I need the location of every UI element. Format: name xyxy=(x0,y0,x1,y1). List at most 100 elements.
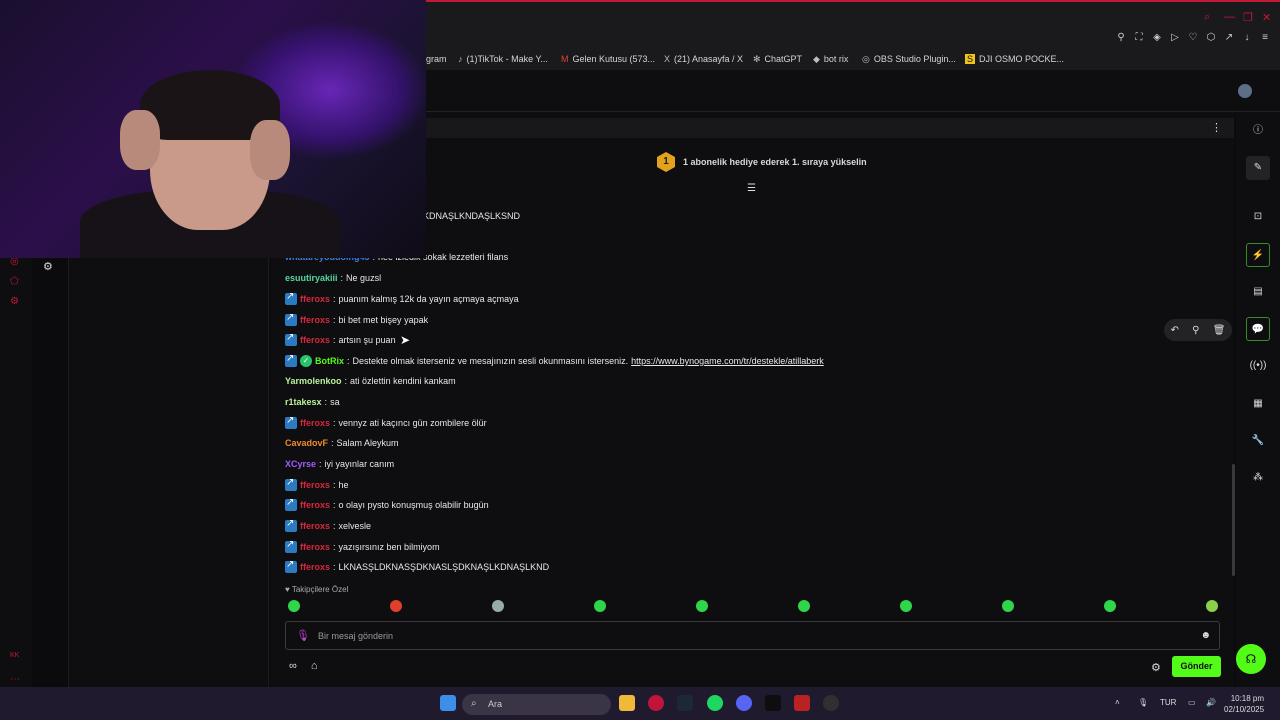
delete-icon[interactable]: 🗑 xyxy=(1213,325,1226,336)
play-icon[interactable]: ▷ xyxy=(1170,33,1180,43)
edit-icon[interactable]: ✎ xyxy=(1246,156,1270,180)
windows-start-icon[interactable] xyxy=(440,695,456,711)
taskbar-clock[interactable]: 10:18 pm 02/10/2025 xyxy=(1224,693,1264,715)
message-text: o olayı pysto konuşmuş olabilir bugün xyxy=(338,500,489,510)
username[interactable]: fferoxs xyxy=(300,542,330,552)
kebab-menu-icon[interactable]: ⋮ xyxy=(1211,121,1222,134)
emote-icon[interactable] xyxy=(798,600,810,612)
obs-taskbar-icon[interactable] xyxy=(823,695,839,711)
chat-input[interactable]: 🎙 Bir mesaj gönderin ☻ xyxy=(285,621,1220,650)
tray-chevron-icon[interactable]: ˄ xyxy=(1115,698,1120,707)
chat-settings-icon[interactable]: ⚙ xyxy=(1151,661,1161,674)
emote-icon[interactable] xyxy=(1206,600,1218,612)
emote-icon[interactable] xyxy=(1104,600,1116,612)
more-icon[interactable]: ⋯ xyxy=(10,674,20,685)
tray-display-icon[interactable]: ▭ xyxy=(1188,698,1196,707)
extension-icon[interactable]: ⬡ xyxy=(1206,33,1216,43)
pin-icon[interactable]: ⚲ xyxy=(1116,33,1126,43)
emote-icon[interactable] xyxy=(900,600,912,612)
discord-icon[interactable] xyxy=(736,695,752,711)
emote-icon[interactable] xyxy=(696,600,708,612)
layout-icon[interactable]: ▦ xyxy=(1246,392,1270,416)
subscriber-badge-icon xyxy=(285,518,297,532)
send-button[interactable]: Gönder xyxy=(1172,656,1221,677)
search-icon[interactable]: ⌕ xyxy=(1204,11,1210,24)
sub-gift-leaderboard[interactable]: 1 1 abonelik hediye ederek 1. sıraya yük… xyxy=(657,152,867,172)
bookmark-label: bot rix xyxy=(823,54,849,64)
username[interactable]: fferoxs xyxy=(300,294,330,304)
username[interactable]: fferoxs xyxy=(300,335,330,345)
tray-volume-icon[interactable]: 🔊 xyxy=(1206,698,1216,707)
username[interactable]: r1takesx xyxy=(285,397,322,407)
bookmark-chatgpt[interactable]: ✻ ChatGPT xyxy=(753,54,802,65)
store-icon[interactable]: ⌂ xyxy=(311,660,318,672)
microphone-icon[interactable]: 🎙 xyxy=(296,629,310,642)
download-icon[interactable]: ↓ xyxy=(1242,33,1252,43)
opera-icon[interactable] xyxy=(648,695,664,711)
close-icon[interactable]: ✕ xyxy=(1262,11,1271,24)
username[interactable]: CavadovF xyxy=(285,438,328,448)
username[interactable]: Yarmolenkoo xyxy=(285,376,342,386)
emoji-icon[interactable]: ☻ xyxy=(1200,630,1211,641)
tiktok-icon: ♪ xyxy=(458,54,463,64)
clipboard-icon[interactable]: ▤ xyxy=(1246,280,1270,304)
emote-bar xyxy=(285,600,1225,614)
bookmark-instagram[interactable]: gram xyxy=(426,54,447,64)
steam-icon[interactable] xyxy=(677,695,693,711)
wrench-icon[interactable]: 🔧 xyxy=(1246,429,1270,453)
bookmark-tiktok[interactable]: ♪ (1)TikTok - Make Y... xyxy=(458,54,548,64)
minimize-icon[interactable]: — xyxy=(1224,11,1235,23)
username[interactable]: fferoxs xyxy=(300,315,330,325)
heart-icon[interactable]: ♡ xyxy=(1188,33,1198,43)
browse-icon[interactable]: ⬠ xyxy=(10,276,19,287)
settings-icon[interactable]: ⚙ xyxy=(10,296,19,307)
bookmark-gmail[interactable]: M Gelen Kutusu (573... xyxy=(561,54,655,64)
app-icon[interactable] xyxy=(794,695,810,711)
share-icon[interactable]: ↗ xyxy=(1224,33,1234,43)
broadcast-icon[interactable]: ((•)) xyxy=(1246,354,1270,378)
spotify-icon[interactable] xyxy=(707,695,723,711)
username[interactable]: fferoxs xyxy=(300,521,330,531)
bookmark-botrix[interactable]: ◆ bot rix xyxy=(813,54,848,65)
username[interactable]: fferoxs xyxy=(300,480,330,490)
emote-icon[interactable] xyxy=(390,600,402,612)
chat-icon[interactable]: 💬 xyxy=(1246,317,1270,341)
message-link[interactable]: https://www.bynogame.com/tr/destekle/ati… xyxy=(631,356,824,366)
username[interactable]: fferoxs xyxy=(300,500,330,510)
toolbar-icons: ⚲ ⛶ ◈ ▷ ♡ ⬡ ↗ ↓ ≡ xyxy=(1116,33,1270,43)
bookmark-dji[interactable]: S DJI OSMO POCKE... xyxy=(965,54,1064,64)
username[interactable]: BotRix xyxy=(315,356,344,366)
bookmark-x[interactable]: X (21) Anasayfa / X xyxy=(664,54,743,64)
emote-icon[interactable] xyxy=(1002,600,1014,612)
emote-icon[interactable] xyxy=(492,600,504,612)
screenshot-icon[interactable]: ⛶ xyxy=(1134,33,1144,43)
avatar[interactable] xyxy=(1238,84,1252,98)
shield-icon[interactable]: ◈ xyxy=(1152,33,1162,43)
username[interactable]: fferoxs xyxy=(300,562,330,572)
lightning-icon[interactable]: ⚡ xyxy=(1246,243,1270,267)
nodes-icon[interactable]: ⁂ xyxy=(1246,466,1270,490)
chat-scrollbar[interactable] xyxy=(1232,464,1235,576)
waveform-app-icon[interactable] xyxy=(765,695,781,711)
reply-icon[interactable]: ↶ xyxy=(1171,325,1179,336)
support-headset-icon[interactable]: ☊ xyxy=(1236,644,1266,674)
bookmark-obs[interactable]: ◎ OBS Studio Plugin... xyxy=(862,54,956,65)
emote-icon[interactable] xyxy=(594,600,606,612)
username[interactable]: fferoxs xyxy=(300,418,330,428)
emote-icon[interactable] xyxy=(288,600,300,612)
username[interactable]: XCyrse xyxy=(285,459,316,469)
file-explorer-icon[interactable] xyxy=(619,695,635,711)
username[interactable]: esuutiryakiii xyxy=(285,273,338,283)
tray-mic-icon[interactable]: 🎙 xyxy=(1138,698,1148,707)
kick-logo-icon[interactable]: KK xyxy=(10,652,19,659)
filter-icon[interactable]: ☰ xyxy=(747,183,756,194)
gear-icon[interactable]: ⚙ xyxy=(43,260,53,273)
taskbar-search[interactable]: ⌕ Ara xyxy=(462,694,611,715)
menu-icon[interactable]: ≡ xyxy=(1260,33,1270,43)
info-icon[interactable]: ⓘ xyxy=(1246,119,1270,143)
focus-icon[interactable]: ⊡ xyxy=(1246,205,1270,229)
language-indicator[interactable]: TUR xyxy=(1160,698,1176,707)
maximize-icon[interactable]: ❐ xyxy=(1243,11,1253,24)
points-infinity-icon[interactable]: ∞ xyxy=(289,660,297,672)
pin-message-icon[interactable]: ⚲ xyxy=(1192,325,1199,336)
